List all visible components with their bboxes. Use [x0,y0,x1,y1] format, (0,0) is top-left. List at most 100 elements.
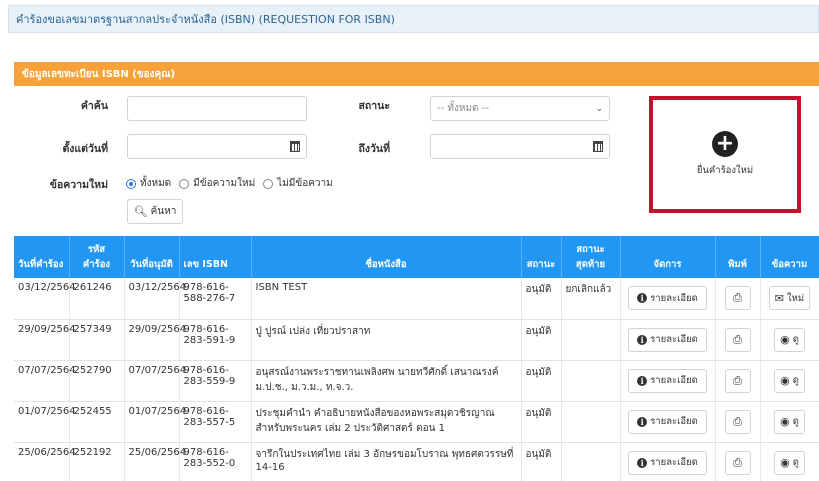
cell-message: ◉ ดู [760,360,819,402]
cell-isbn: 978-616-283-557-5 [179,401,252,443]
to-date-input[interactable] [430,134,610,159]
radio-no-message[interactable]: ไม่มีข้อความ [263,176,333,191]
info-icon: i [637,375,648,386]
calendar-icon[interactable] [593,141,603,152]
cell-book-title: ปู่ ปูรณ์ เปล่ง เที่ยวปราสาท [251,319,522,361]
col-approved-date[interactable]: วันที่อนุมัติ [124,236,180,278]
cell-request-code: 261246 [69,278,125,320]
message-button-label: ดู [792,375,799,386]
view-message-button[interactable]: ◉ ดู [774,368,805,393]
detail-button-label: รายละเอียด [650,292,698,304]
radio-has-new-label: มีข้อความใหม่ [193,178,256,189]
radio-has-new[interactable]: มีข้อความใหม่ [179,176,255,191]
col-manage: จัดการ [620,236,716,278]
cell-request-date: 07/07/2564 [14,360,76,402]
cell-final-status: ยกเลิกแล้ว [561,278,621,320]
cell-approved-date: 29/09/2564 [124,319,186,361]
col-request-code[interactable]: รหัส คำร้อง [69,236,125,278]
envelope-icon: ✉ [774,291,785,305]
search-button[interactable]: 🔍︎ ค้นหา [127,199,183,224]
view-message-button[interactable]: ◉ ดู [774,409,805,434]
detail-button-label: รายละเอียด [650,375,698,386]
detail-button[interactable]: i รายละเอียด [628,286,707,311]
cell-approved-date: 25/06/2564 [124,442,186,481]
col-print: พิมพ์ [715,236,761,278]
new-message-button[interactable]: ✉ ใหม่ [768,286,811,311]
calendar-icon[interactable] [290,141,300,152]
radio-all-label: ทั้งหมด [140,178,172,189]
keyword-label: คำค้น [80,100,108,112]
col-message: ข้อความ [760,236,819,278]
keyword-input[interactable] [127,96,307,121]
cell-approved-date: 07/07/2564 [124,360,186,402]
search-icon: 🔍︎ [133,206,148,218]
table-row: 25/06/2564 252192 25/06/2564 978-616-283… [14,442,819,481]
detail-button[interactable]: i รายละเอียด [628,327,707,352]
radio-button-icon[interactable] [263,178,274,189]
status-label: สถานะ [358,100,390,112]
table-row: 03/12/2564 261246 03/12/2564 978-616-588… [14,278,819,320]
cell-status: อนุมัติ [521,278,562,320]
print-button[interactable]: ⎙ [724,286,751,311]
col-final-status[interactable]: สถานะ สุดท้าย [561,236,621,278]
cell-book-title: อนุสรณ์งานพระราชทานเพลิงศพ นายทวีศักดิ์ … [251,360,522,402]
info-icon: i [637,334,648,345]
cell-manage: i รายละเอียด [620,278,716,320]
cell-approved-date: 01/07/2564 [124,401,186,443]
cell-message: ◉ ดู [760,442,819,481]
cell-book-title: ประชุมคำนำ คำอธิบายหนังสือของหอพระสมุดวช… [251,401,522,443]
radio-all[interactable]: ทั้งหมด [126,176,171,191]
cell-message: ✉ ใหม่ [760,278,819,320]
cell-manage: i รายละเอียด [620,319,716,361]
radio-button-icon[interactable] [179,178,190,189]
radio-button-icon[interactable] [126,178,136,189]
eye-icon: ◉ [780,333,790,346]
cell-print: ⎙ [715,442,761,481]
eye-icon: ◉ [780,415,790,428]
cell-final-status [561,442,621,481]
eye-icon: ◉ [780,456,790,469]
cell-isbn: 978-616-283-559-9 [179,360,252,402]
status-select-value: -- ทั้งหมด -- [437,103,489,114]
detail-button[interactable]: i รายละเอียด [628,450,707,475]
printer-icon: ⎙ [733,414,742,428]
col-book-title[interactable]: ชื่อหนังสือ [251,236,522,278]
message-button-label: ดู [792,334,799,345]
cell-approved-date: 03/12/2564 [124,278,186,320]
cell-request-date: 03/12/2564 [14,278,76,320]
col-isbn[interactable]: เลข ISBN [179,236,252,278]
requests-table: วันที่คำร้อง รหัส คำร้อง วันที่อนุมัติ เ… [14,236,819,481]
detail-button[interactable]: i รายละเอียด [628,409,707,434]
from-date-label: ตั้งแต่วันที่ [62,143,108,155]
col-request-date[interactable]: วันที่คำร้อง [14,236,70,278]
view-message-button[interactable]: ◉ ดู [774,327,805,352]
cell-status: อนุมัติ [521,319,562,361]
radio-no-message-label: ไม่มีข้อความ [277,178,333,189]
cell-print: ⎙ [715,360,761,402]
cell-message: ◉ ดู [760,401,819,443]
print-button[interactable]: ⎙ [724,368,751,393]
cell-book-title: ISBN TEST [251,278,522,320]
cell-manage: i รายละเอียด [620,401,716,443]
view-message-button[interactable]: ◉ ดู [774,450,805,475]
printer-icon: ⎙ [733,455,742,469]
col-status[interactable]: สถานะ [521,236,562,278]
from-date-input[interactable] [127,134,307,159]
print-button[interactable]: ⎙ [724,450,751,475]
cell-request-date: 29/09/2564 [14,319,76,361]
search-button-label: ค้นหา [150,206,177,217]
detail-button[interactable]: i รายละเอียด [628,368,707,393]
info-icon: i [637,457,648,468]
cell-book-title: จารึกในประเทศไทย เล่ม 3 อักษรขอมโบราณ พุ… [251,442,522,481]
cell-request-code: 252455 [69,401,125,443]
print-button[interactable]: ⎙ [724,409,751,434]
print-button[interactable]: ⎙ [724,327,751,352]
cell-status: อนุมัติ [521,401,562,443]
table-header-row: วันที่คำร้อง รหัส คำร้อง วันที่อนุมัติ เ… [14,236,819,278]
status-select[interactable]: -- ทั้งหมด -- ⌄ [430,96,610,121]
new-request-button[interactable]: + ยื่นคำร้องใหม่ [649,96,801,213]
printer-icon: ⎙ [733,332,742,346]
new-message-label: ข้อความใหม่ [49,179,108,191]
chevron-down-icon: ⌄ [595,103,603,114]
detail-button-label: รายละเอียด [650,457,698,468]
